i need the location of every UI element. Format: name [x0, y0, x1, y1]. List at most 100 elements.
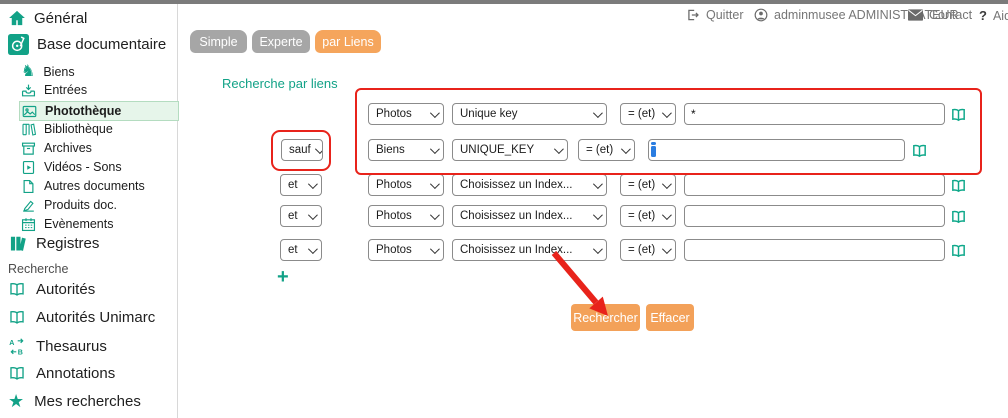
sidebar-item-mes-recherches[interactable]: ★ Mes recherches: [8, 392, 141, 410]
chevron-down-icon: [430, 179, 440, 189]
sidebar-item-entrees[interactable]: Entrées: [21, 81, 87, 99]
sidebar-item-label: Autres documents: [44, 179, 145, 193]
operator-select[interactable]: = (et): [620, 174, 676, 196]
criteria-value-input[interactable]: [684, 205, 945, 227]
connector-select[interactable]: sauf: [281, 139, 323, 161]
source-select[interactable]: Photos: [368, 174, 444, 196]
lexicon-book-icon[interactable]: [950, 209, 967, 225]
sidebar-item-autres-documents[interactable]: Autres documents: [21, 177, 145, 195]
chevron-down-icon: [621, 144, 631, 154]
criteria-value-input[interactable]: [684, 174, 945, 196]
tab-simple[interactable]: Simple: [190, 30, 247, 53]
connector-select[interactable]: et: [280, 239, 322, 261]
app-window: Général Base documentaire ♞ Biens Entrée…: [0, 0, 1008, 418]
question-mark-icon: ?: [979, 8, 987, 23]
criteria-value-input[interactable]: [684, 103, 945, 125]
home-icon: [8, 9, 26, 27]
lexicon-book-icon[interactable]: [950, 178, 967, 194]
index-select[interactable]: Choisissez un Index...: [452, 174, 607, 196]
sidebar-item-label: Evènements: [44, 217, 113, 231]
index-select[interactable]: Choisissez un Index...: [452, 205, 607, 227]
chevron-down-icon: [554, 144, 564, 154]
sidebar-item-label: Base documentaire: [37, 36, 166, 53]
chevron-down-icon: [662, 210, 672, 220]
tab-par-liens[interactable]: par Liens: [315, 30, 381, 53]
chevron-down-icon: [430, 144, 440, 154]
chevron-down-icon: [662, 179, 672, 189]
knight-icon: ♞: [21, 64, 35, 80]
open-book-icon: [8, 365, 26, 382]
contact-link[interactable]: Contact: [908, 8, 972, 22]
index-select[interactable]: UNIQUE_KEY: [452, 139, 568, 161]
sidebar-item-videos-sons[interactable]: Vidéos - Sons: [21, 158, 122, 176]
sidebar-item-thesaurus[interactable]: AB Thesaurus: [8, 338, 107, 355]
sidebar-item-label: Bibliothèque: [44, 122, 113, 136]
base-documentaire-app-icon: [8, 34, 29, 55]
sidebar-item-label: Annotations: [36, 365, 115, 382]
logout-link[interactable]: Quitter: [686, 8, 744, 22]
sidebar: Général Base documentaire ♞ Biens Entrée…: [0, 4, 178, 418]
sidebar-item-autorites[interactable]: Autorités: [8, 281, 95, 298]
video-icon: [21, 160, 36, 175]
inbox-icon: [21, 83, 36, 98]
sidebar-item-bibliotheque[interactable]: Bibliothèque: [21, 120, 113, 138]
star-icon: ★: [8, 392, 24, 410]
operator-select[interactable]: = (et): [620, 205, 676, 227]
search-button[interactable]: Rechercher: [571, 304, 640, 331]
svg-text:B: B: [18, 348, 23, 355]
sidebar-item-registres[interactable]: Registres: [8, 233, 99, 253]
clear-button[interactable]: Effacer: [646, 304, 694, 331]
sidebar-item-label: Autorités: [36, 281, 95, 298]
sidebar-item-produits-doc[interactable]: Produits doc.: [21, 196, 117, 214]
sidebar-item-label: Produits doc.: [44, 198, 117, 212]
sidebar-item-base-documentaire[interactable]: Base documentaire: [8, 34, 166, 55]
criteria-value-input[interactable]: [684, 239, 945, 261]
chevron-down-icon: [308, 179, 318, 189]
user-icon: [754, 8, 768, 22]
chevron-down-icon: [430, 244, 440, 254]
sidebar-item-label: Général: [34, 10, 87, 27]
sidebar-item-phototheque[interactable]: Photothèque: [19, 101, 179, 121]
sidebar-item-archives[interactable]: Archives: [21, 139, 92, 157]
pen-icon: [21, 198, 36, 213]
connector-select[interactable]: et: [280, 174, 322, 196]
sidebar-item-label: Thesaurus: [36, 338, 107, 355]
sidebar-item-label: Biens: [43, 65, 74, 79]
add-row-button[interactable]: +: [277, 266, 289, 289]
chevron-down-icon: [430, 210, 440, 220]
lexicon-book-icon[interactable]: [950, 243, 967, 259]
help-link[interactable]: ? Aide: [979, 8, 1008, 23]
operator-select[interactable]: = (et): [620, 103, 676, 125]
source-select[interactable]: Photos: [368, 239, 444, 261]
source-select[interactable]: Photos: [368, 103, 444, 125]
lexicon-book-icon[interactable]: [911, 143, 928, 159]
archive-icon: [21, 141, 36, 156]
source-select[interactable]: Photos: [368, 205, 444, 227]
chevron-down-icon: [430, 108, 440, 118]
connector-select[interactable]: et: [280, 205, 322, 227]
criteria-value-input[interactable]: [648, 139, 905, 161]
chevron-down-icon: [593, 179, 603, 189]
source-select[interactable]: Biens: [368, 139, 444, 161]
sidebar-item-label: Photothèque: [45, 104, 121, 118]
sidebar-item-general[interactable]: Général: [8, 9, 87, 27]
chevron-down-icon: [315, 144, 323, 154]
index-select[interactable]: Unique key: [452, 103, 607, 125]
open-book-icon: [8, 309, 26, 326]
sidebar-item-label: Autorités Unimarc: [36, 309, 155, 326]
tab-experte[interactable]: Experte: [252, 30, 310, 53]
sidebar-item-label: Mes recherches: [34, 393, 141, 410]
sidebar-item-evenements[interactable]: Evènements: [21, 215, 113, 233]
index-select[interactable]: Choisissez un Index...: [452, 239, 607, 261]
open-book-icon: [8, 281, 26, 298]
lexicon-book-icon[interactable]: [950, 107, 967, 123]
translate-icon: AB: [8, 338, 26, 355]
logout-icon: [686, 8, 700, 22]
sidebar-section-recherche: Recherche: [8, 262, 68, 276]
sidebar-item-annotations[interactable]: Annotations: [8, 365, 115, 382]
chevron-down-icon: [593, 108, 603, 118]
operator-select[interactable]: = (et): [620, 239, 676, 261]
sidebar-item-autorites-unimarc[interactable]: Autorités Unimarc: [8, 309, 155, 326]
operator-select[interactable]: = (et): [578, 139, 635, 161]
sidebar-item-biens[interactable]: ♞ Biens: [21, 63, 75, 81]
